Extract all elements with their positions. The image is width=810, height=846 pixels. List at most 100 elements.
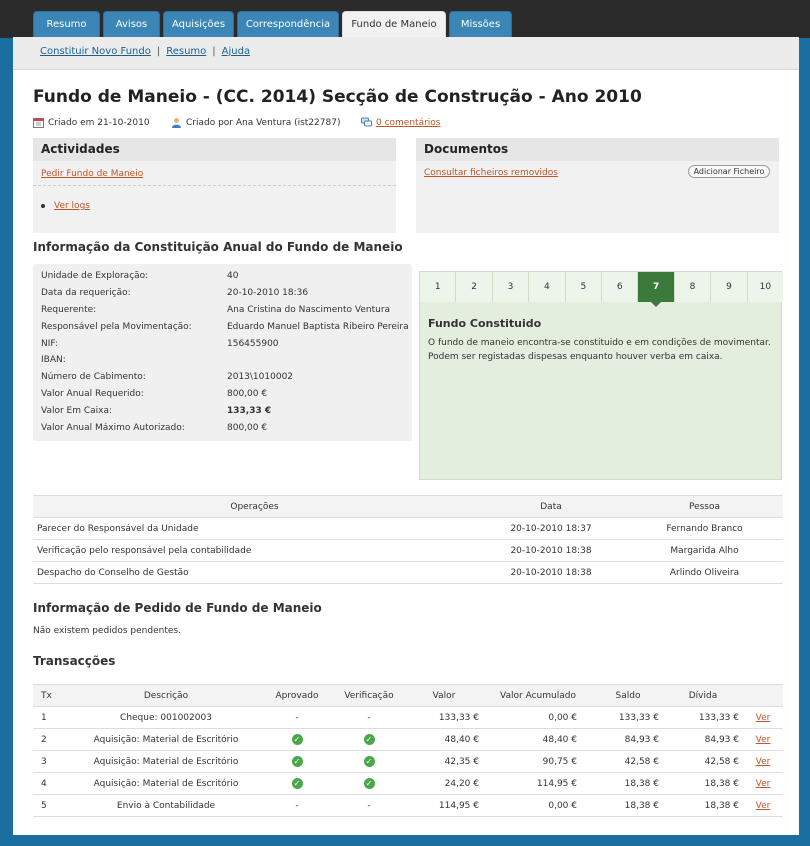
check-icon: ✓ (291, 756, 303, 767)
request-fund-link[interactable]: Pedir Fundo de Maneio (41, 169, 143, 179)
add-file-button[interactable]: Adicionar Ficheiro (688, 165, 770, 178)
user-icon (172, 118, 181, 128)
logs-item: Ver logs (41, 201, 90, 211)
column-header: Operações (33, 495, 476, 518)
constitution-title: Informação da Constituição Anual do Fund… (33, 240, 403, 254)
divider (33, 185, 396, 186)
info-row: Valor Anual Requerido: 800,00 € (41, 389, 267, 399)
activities-panel: Actividades Pedir Fundo de Maneio Ver lo… (33, 138, 396, 233)
bullet (41, 204, 45, 208)
description-cell: Aquisição: Material de Escritório (71, 728, 261, 751)
accumulated-cell: 114,95 € (483, 772, 593, 795)
view-logs-link[interactable]: Ver logs (54, 201, 90, 211)
info-label: Data da requerição: (41, 288, 131, 298)
info-value: Ana Cristina do Nascimento Ventura (227, 305, 391, 315)
step-6[interactable]: 6 (602, 272, 639, 302)
comments-link[interactable]: 0 comentários (376, 118, 441, 128)
tab-avisos[interactable]: Avisos (103, 11, 160, 38)
no-requests-text: Não existem pedidos pendentes. (33, 626, 181, 636)
person-cell: Margarida Alho (626, 539, 783, 562)
step-4[interactable]: 4 (529, 272, 566, 302)
activities-title: Actividades (33, 138, 396, 161)
removed-files-link[interactable]: Consultar ficheiros removidos (424, 168, 558, 178)
info-row: Responsável pela Movimentação: Eduardo Ma… (41, 322, 409, 332)
table-header-row: Tx Descrição Aprovado Verificação Valor … (33, 684, 783, 707)
info-label: Unidade de Exploração: (41, 271, 149, 281)
column-header: Valor Acumulado (483, 684, 593, 707)
column-header: Verificação (333, 684, 405, 707)
info-label: Valor Anual Máximo Autorizado: (41, 423, 185, 433)
process-steps: 1 2 3 4 5 6 7 8 9 10 Fundo Constituido O… (419, 271, 784, 480)
step-7[interactable]: 7 (638, 272, 675, 307)
debt-cell: 18,38 € (663, 772, 743, 795)
debt-cell: 84,93 € (663, 728, 743, 751)
separator: | (212, 46, 216, 57)
step-2[interactable]: 2 (456, 272, 493, 302)
info-value: 20-10-2010 18:36 (227, 288, 309, 298)
constitution-info: Unidade de Exploração: 40 Data da requeri… (33, 264, 412, 441)
transactions-title: Transacções (33, 654, 116, 668)
balance-cell: 84,93 € (593, 728, 663, 751)
operation-cell: Despacho do Conselho de Gestão (33, 561, 476, 584)
removed-files-item: Consultar ficheiros removidos (424, 167, 558, 178)
column-header: Descrição (71, 684, 261, 707)
tx-cell: 4 (33, 772, 71, 795)
column-header (743, 684, 783, 707)
view-link[interactable]: Ver (756, 801, 771, 811)
info-label: Responsável pela Movimentação: (41, 322, 192, 332)
info-row: NIF: 156455900 (41, 339, 279, 349)
sub-navigation-bar: Constituir Novo Fundo | Resumo | Ajuda (13, 37, 799, 70)
help-link[interactable]: Ajuda (222, 46, 250, 57)
step-5[interactable]: 5 (565, 272, 603, 302)
calendar-icon (33, 118, 44, 128)
tab-resumo[interactable]: Resumo (33, 11, 100, 38)
debt-cell: 133,33 € (663, 706, 743, 729)
description-cell: Aquisição: Material de Escritório (71, 772, 261, 795)
info-value: 156455900 (227, 339, 279, 349)
step-description: O fundo de maneio encontra-se constituid… (428, 338, 771, 362)
page-title: Fundo de Maneio - (CC. 2014) Secção de C… (33, 87, 642, 107)
info-value: 800,00 € (227, 389, 268, 399)
step-8[interactable]: 8 (674, 272, 712, 302)
info-value: 40 (227, 271, 239, 281)
date-cell: 20-10-2010 18:37 (476, 517, 626, 540)
comments: 0 comentários (361, 117, 441, 128)
balance-cell: 133,33 € (593, 706, 663, 729)
info-value: Eduardo Manuel Baptista Ribeiro Pereira (227, 322, 409, 332)
view-link[interactable]: Ver (756, 713, 771, 723)
balance-cell: 18,38 € (593, 772, 663, 795)
view-link[interactable]: Ver (756, 779, 771, 789)
tab-missoes[interactable]: Missões (449, 11, 512, 38)
tab-fundo-de-maneio[interactable]: Fundo de Maneio (342, 11, 446, 38)
tab-aquisicoes[interactable]: Aquisições (163, 11, 234, 38)
check-icon: ✓ (363, 734, 375, 745)
step-9[interactable]: 9 (711, 272, 748, 302)
column-header: Data (476, 495, 626, 518)
step-3[interactable]: 3 (492, 272, 530, 302)
step-10[interactable]: 10 (747, 272, 784, 302)
date-cell: 20-10-2010 18:38 (476, 539, 626, 562)
step-1[interactable]: 1 (420, 272, 457, 302)
column-header: Tx (33, 684, 71, 707)
sub-navigation: Constituir Novo Fundo | Resumo | Ajuda (40, 46, 250, 57)
info-label: Requerente: (41, 305, 97, 315)
info-value: 133,33 € (227, 406, 272, 416)
operations-table: Operações Data Pessoa Parecer do Respons… (33, 495, 783, 584)
approved-cell: - (261, 706, 333, 729)
view-link[interactable]: Ver (756, 735, 771, 745)
created-by-text: Criado por Ana Ventura (ist22787) (186, 117, 341, 128)
table-row: Despacho do Conselho de Gestão 20-10-201… (33, 561, 783, 584)
new-fund-link[interactable]: Constituir Novo Fundo (40, 46, 151, 57)
info-row: Requerente: Ana Cristina do Nascimento Ve… (41, 305, 390, 315)
created-date: Criado em 21-10-2010 (33, 117, 150, 128)
approved-cell: ✓ (261, 750, 333, 773)
info-label: Valor Anual Requerido: (41, 389, 144, 399)
request-fund-item: Pedir Fundo de Maneio (41, 168, 143, 179)
verified-cell: ✓ (333, 728, 405, 751)
value-cell: 133,33 € (405, 706, 483, 729)
operation-cell: Verificação pelo responsável pela contab… (33, 539, 476, 562)
person-cell: Arlindo Oliveira (626, 561, 783, 584)
summary-link[interactable]: Resumo (166, 46, 206, 57)
view-link[interactable]: Ver (756, 757, 771, 767)
tab-correspondencia[interactable]: Correspondência (237, 11, 339, 38)
